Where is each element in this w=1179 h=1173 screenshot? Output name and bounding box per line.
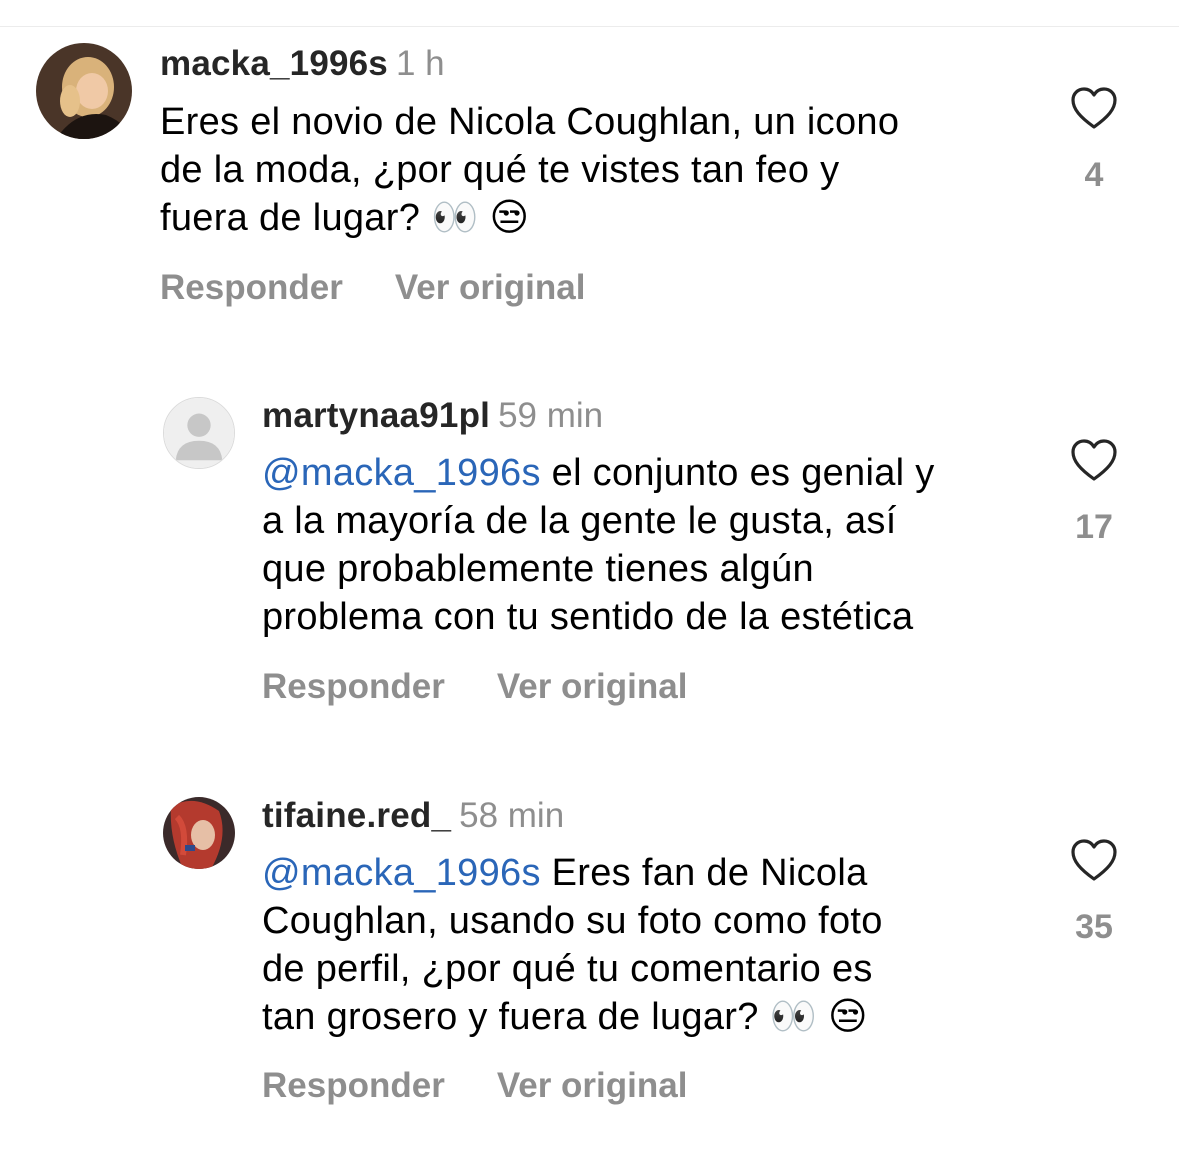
- comment-line: que probablemente tienes algún: [262, 548, 814, 590]
- like-count: 4: [1084, 156, 1104, 194]
- like-group: 35: [1064, 838, 1124, 946]
- default-avatar-icon: [164, 398, 234, 468]
- comment-line: Eres fan de Nicola: [540, 852, 868, 894]
- top-divider: [0, 26, 1179, 27]
- comment-line: Coughlan, usando su foto como foto: [262, 900, 883, 942]
- comment-text: @macka_1996s el conjunto es genial y a l…: [262, 449, 935, 641]
- username[interactable]: tifaine.red_: [262, 796, 451, 835]
- see-original-button[interactable]: Ver original: [497, 1066, 688, 1106]
- comment-line: Eres el novio de Nicola Coughlan, un ico…: [160, 101, 900, 143]
- comment-line: problema con tu sentido de la estética: [262, 596, 914, 638]
- username[interactable]: macka_1996s: [160, 44, 388, 83]
- mention-link[interactable]: @macka_1996s: [262, 852, 541, 894]
- avatar[interactable]: [36, 43, 132, 139]
- comment-text: Eres el novio de Nicola Coughlan, un ico…: [160, 98, 899, 242]
- heart-outline-icon[interactable]: [1070, 838, 1118, 882]
- reply-button[interactable]: Responder: [262, 1066, 445, 1106]
- see-original-button[interactable]: Ver original: [395, 268, 586, 308]
- like-count: 17: [1075, 508, 1113, 546]
- see-original-button[interactable]: Ver original: [497, 667, 688, 707]
- like-count: 35: [1075, 908, 1113, 946]
- reply-button[interactable]: Responder: [160, 268, 343, 308]
- comment-line: tan grosero y fuera de lugar? 👀 😒: [262, 996, 868, 1038]
- comment-line: de la moda, ¿por qué te vistes tan feo y: [160, 149, 840, 191]
- mention-link[interactable]: @macka_1996s: [262, 452, 541, 494]
- like-group: 4: [1064, 86, 1124, 194]
- avatar[interactable]: [163, 397, 235, 469]
- avatar[interactable]: [163, 797, 235, 869]
- heart-outline-icon[interactable]: [1070, 86, 1118, 130]
- comment-line: de perfil, ¿por qué tu comentario es: [262, 948, 873, 990]
- comment-line: a la mayoría de la gente le gusta, así: [262, 500, 897, 542]
- comment-text: @macka_1996s Eres fan de Nicola Coughlan…: [262, 849, 883, 1041]
- comment-time: 58 min: [459, 796, 565, 835]
- heart-outline-icon[interactable]: [1070, 438, 1118, 482]
- like-group: 17: [1064, 438, 1124, 546]
- comment-line: el conjunto es genial y: [540, 452, 935, 494]
- comment-time: 1 h: [395, 44, 445, 83]
- comment-time: 59 min: [498, 396, 604, 435]
- username[interactable]: martynaa91pl: [262, 396, 490, 435]
- comment-line: fuera de lugar? 👀 😒: [160, 197, 530, 239]
- reply-button[interactable]: Responder: [262, 667, 445, 707]
